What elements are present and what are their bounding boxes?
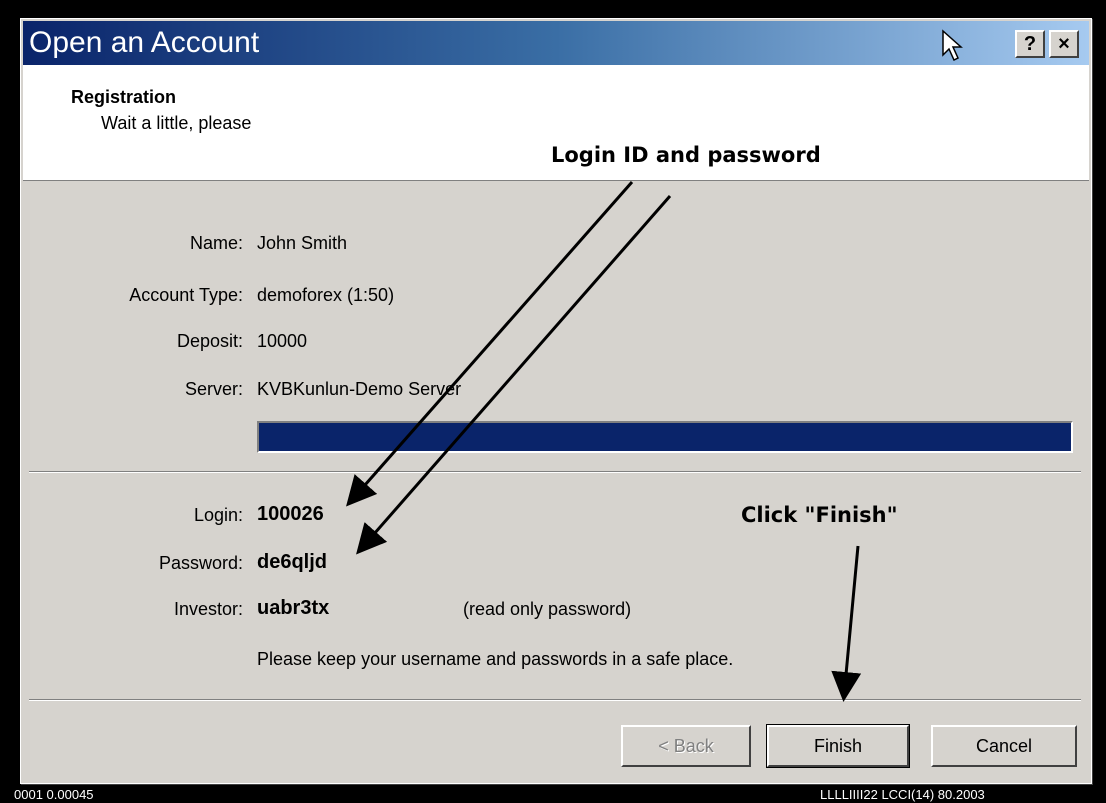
title-bar[interactable]: Open an Account ? × [23,21,1089,65]
finish-annotation: Click "Finish" [741,503,898,527]
registration-progress-bar [257,421,1073,453]
background-chart-strip: 0001 0.00045 LLLLIIII22 LCCI(14) 80.2003 [0,785,1106,803]
header-subtitle: Wait a little, please [101,113,252,133]
password-label: Password: [158,553,243,573]
divider [29,471,1081,473]
login-label: Login: [193,505,243,525]
progress-fill [259,423,1071,451]
login-value: 100026 [257,503,324,525]
window-title: Open an Account [29,26,260,59]
background-chart-text: 0001 0.00045 [14,787,94,802]
password-value: de6qljd [257,551,328,573]
name-value: John Smith [257,233,348,253]
account-type-label: Account Type: [129,285,243,305]
cancel-button[interactable]: Cancel [931,725,1077,767]
account-type-value: demoforex (1:50) [257,285,395,305]
deposit-label: Deposit: [176,331,243,351]
open-account-dialog: Open an Account ? × Registration Wait a … [20,18,1092,784]
server-label: Server: [184,379,243,399]
name-label: Name: [189,233,243,253]
login-annotation: Login ID and password [551,143,821,167]
header-title: Registration [71,87,177,107]
finish-button[interactable]: Finish [766,724,910,768]
keep-safe-note: Please keep your username and passwords … [257,649,734,669]
mouse-cursor-icon [942,29,963,62]
deposit-value: 10000 [257,331,308,351]
back-button[interactable]: < Back [621,725,751,767]
divider [29,699,1081,701]
close-button[interactable]: × [1049,30,1079,58]
help-button[interactable]: ? [1015,30,1045,58]
investor-value: uabr3tx [257,597,330,619]
background-chart-text: LLLLIIII22 LCCI(14) 80.2003 [820,787,985,802]
server-value: KVBKunlun-Demo Server [257,379,462,399]
investor-note: (read only password) [463,599,632,619]
investor-label: Investor: [173,599,243,619]
